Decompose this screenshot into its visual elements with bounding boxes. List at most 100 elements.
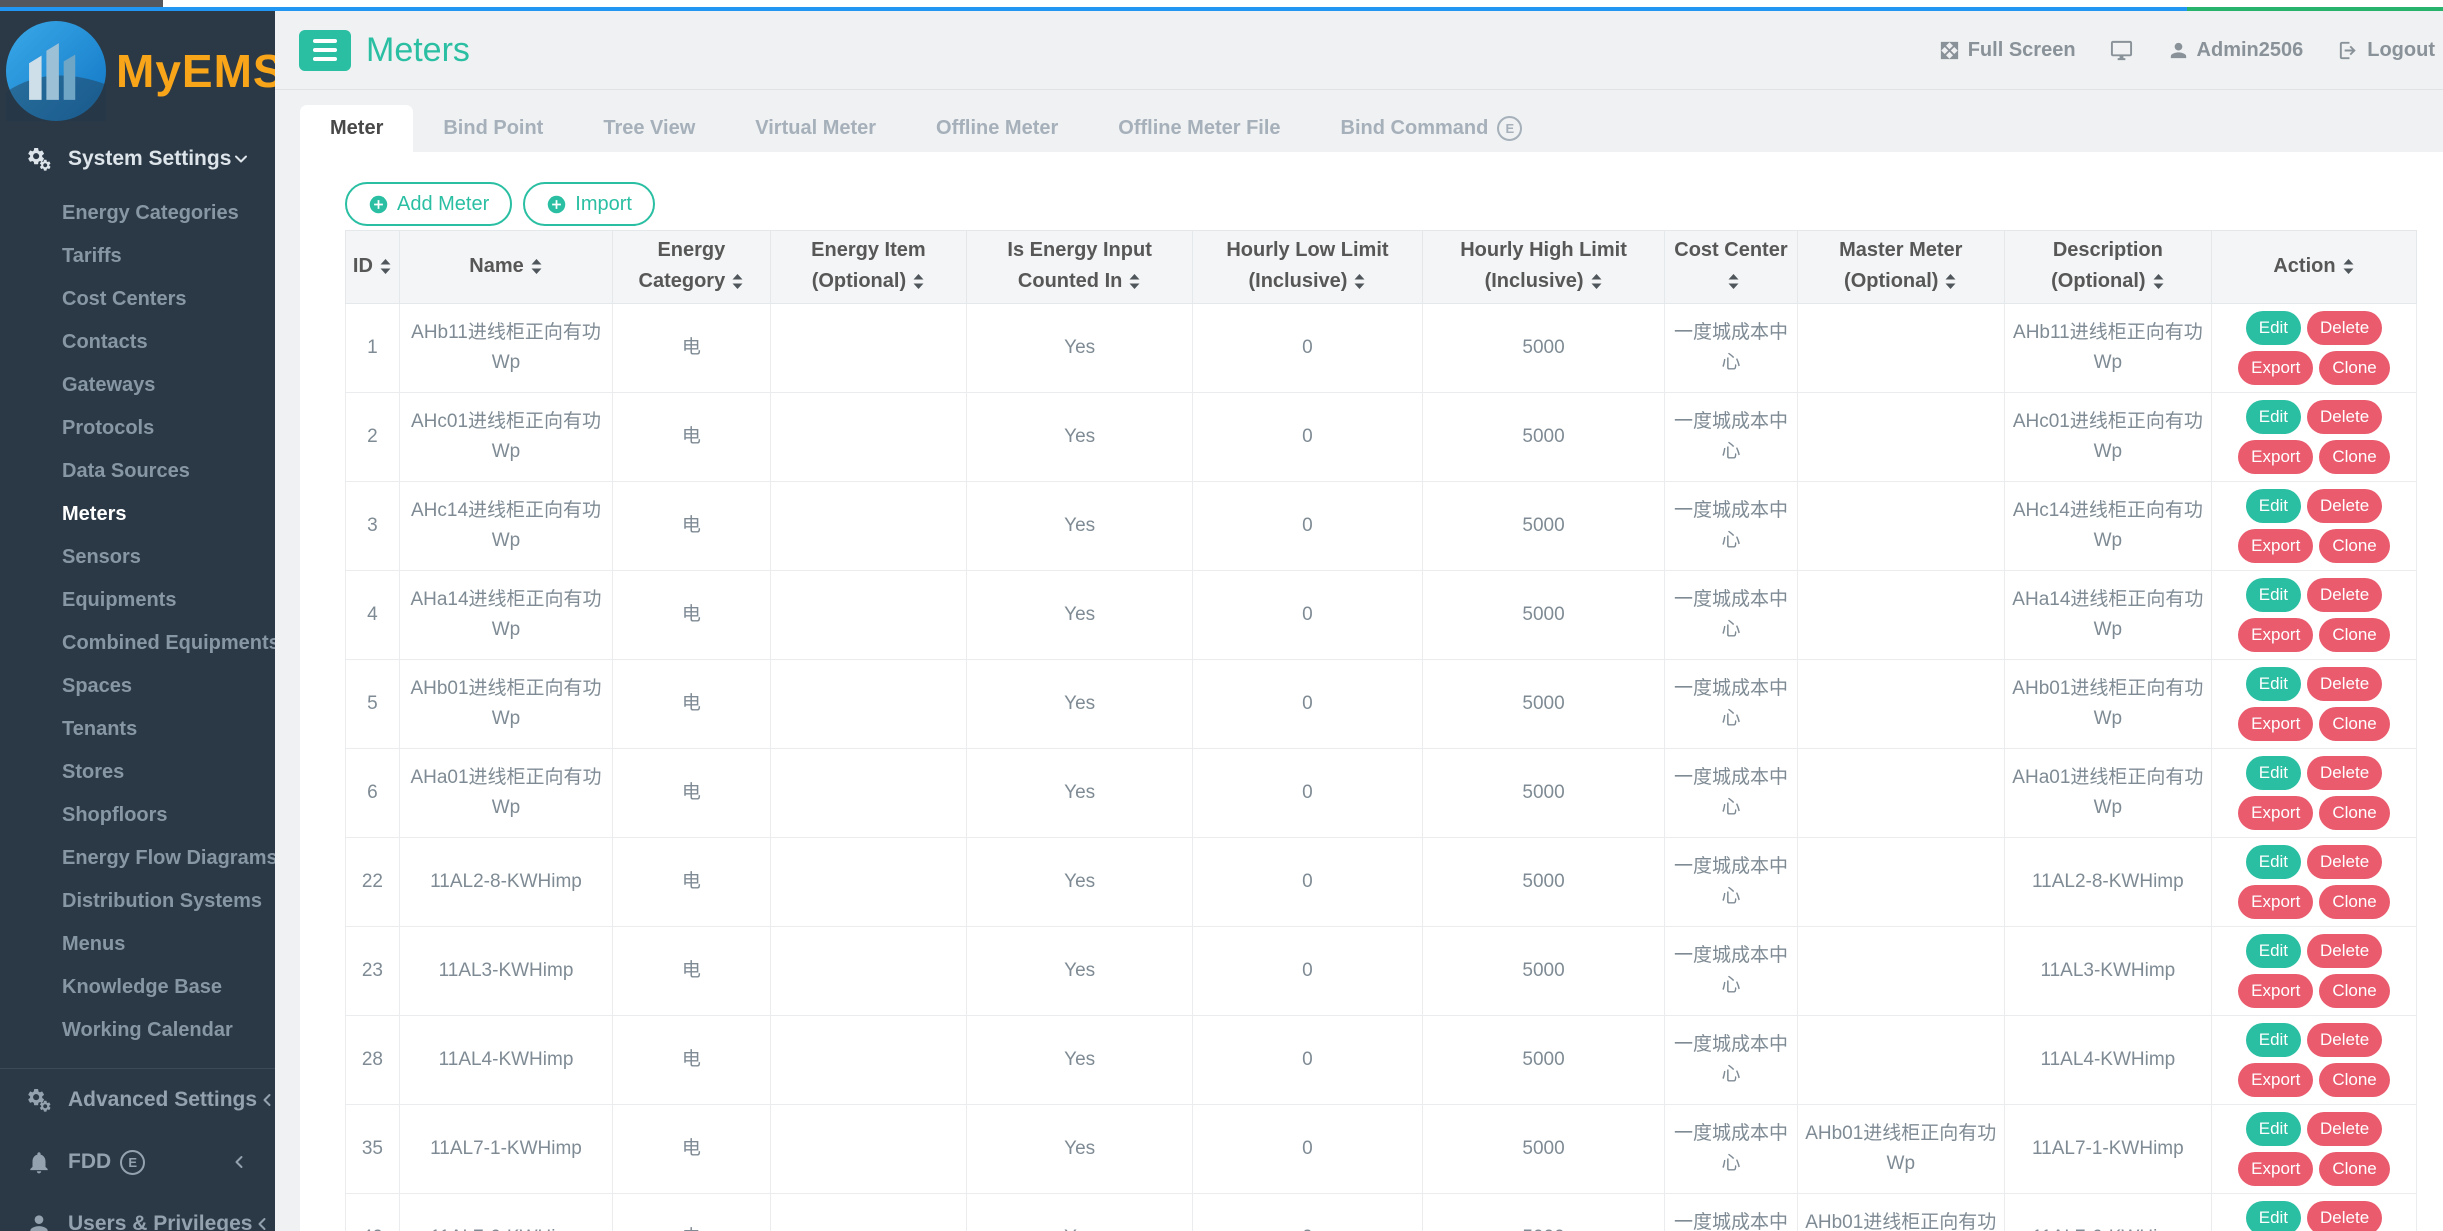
sidebar-item-energy-flow-diagrams[interactable]: Energy Flow Diagrams <box>0 837 275 880</box>
tab-offline-meter-file[interactable]: Offline Meter File <box>1088 105 1310 152</box>
cell-hourly-high: 5000 <box>1422 571 1664 660</box>
sidebar-item-combined-equipments[interactable]: Combined Equipments <box>0 622 275 665</box>
table-row: 4AHa14进线柜正向有功Wp电Yes05000一度城成本中心AHa14进线柜正… <box>346 571 2417 660</box>
column-header-is-energy-input-counted-in[interactable]: Is Energy Input Counted In <box>967 231 1193 304</box>
sidebar-item-knowledge-base[interactable]: Knowledge Base <box>0 966 275 1009</box>
export-button[interactable]: Export <box>2238 796 2313 830</box>
clone-button[interactable]: Clone <box>2319 1152 2389 1186</box>
edit-button[interactable]: Edit <box>2246 845 2301 879</box>
delete-button[interactable]: Delete <box>2307 1201 2382 1231</box>
export-button[interactable]: Export <box>2238 707 2313 741</box>
cell-hourly-high: 5000 <box>1422 1194 1664 1231</box>
clone-button[interactable]: Clone <box>2319 1063 2389 1097</box>
tab-bind-command[interactable]: Bind CommandE <box>1311 105 1553 152</box>
tab-tree-view[interactable]: Tree View <box>573 105 725 152</box>
edit-button[interactable]: Edit <box>2246 1023 2301 1057</box>
sidebar-item-menus[interactable]: Menus <box>0 923 275 966</box>
edit-button[interactable]: Edit <box>2246 578 2301 612</box>
sidebar-item-distribution-systems[interactable]: Distribution Systems <box>0 880 275 923</box>
sidebar-item-protocols[interactable]: Protocols <box>0 407 275 450</box>
sidebar-item-gateways[interactable]: Gateways <box>0 364 275 407</box>
export-button[interactable]: Export <box>2238 1063 2313 1097</box>
edit-button[interactable]: Edit <box>2246 1112 2301 1146</box>
column-header-name[interactable]: Name <box>399 231 612 304</box>
sidebar-section-users-privileges[interactable]: Users & Privileges <box>0 1193 275 1231</box>
delete-button[interactable]: Delete <box>2307 756 2382 790</box>
edit-button[interactable]: Edit <box>2246 489 2301 523</box>
sidebar-toggle-button[interactable] <box>299 30 351 71</box>
export-button[interactable]: Export <box>2238 885 2313 919</box>
delete-button[interactable]: Delete <box>2307 934 2382 968</box>
delete-button[interactable]: Delete <box>2307 311 2382 345</box>
tab-bind-point[interactable]: Bind Point <box>413 105 573 152</box>
clone-button[interactable]: Clone <box>2319 618 2389 652</box>
export-button[interactable]: Export <box>2238 974 2313 1008</box>
sidebar-item-data-sources[interactable]: Data Sources <box>0 450 275 493</box>
export-button[interactable]: Export <box>2238 351 2313 385</box>
cell-cost-center: 一度城成本中心 <box>1665 749 1798 838</box>
delete-button[interactable]: Delete <box>2307 489 2382 523</box>
clone-button[interactable]: Clone <box>2319 796 2389 830</box>
sidebar-item-tenants[interactable]: Tenants <box>0 708 275 751</box>
logo[interactable]: MyEMS <box>0 11 275 131</box>
column-header-master-meter-optional[interactable]: Master Meter (Optional) <box>1797 231 2004 304</box>
sidebar-item-sensors[interactable]: Sensors <box>0 536 275 579</box>
cell-name: AHb01进线柜正向有功Wp <box>399 660 612 749</box>
column-header-energy-item-optional[interactable]: Energy Item (Optional) <box>770 231 967 304</box>
edit-button[interactable]: Edit <box>2246 1201 2301 1231</box>
column-header-action[interactable]: Action <box>2211 231 2416 304</box>
edit-button[interactable]: Edit <box>2246 667 2301 701</box>
delete-button[interactable]: Delete <box>2307 1112 2382 1146</box>
sidebar-item-equipments[interactable]: Equipments <box>0 579 275 622</box>
column-header-energy-category[interactable]: Energy Category <box>613 231 770 304</box>
column-header-id[interactable]: ID <box>346 231 400 304</box>
edit-button[interactable]: Edit <box>2246 756 2301 790</box>
add-meter-button[interactable]: Add Meter <box>345 182 512 226</box>
clone-button[interactable]: Clone <box>2319 440 2389 474</box>
sidebar-item-tariffs[interactable]: Tariffs <box>0 235 275 278</box>
tab-offline-meter[interactable]: Offline Meter <box>906 105 1088 152</box>
column-header-description-optional[interactable]: Description (Optional) <box>2004 231 2211 304</box>
export-button[interactable]: Export <box>2238 1152 2313 1186</box>
tab-meter[interactable]: Meter <box>300 105 413 152</box>
delete-button[interactable]: Delete <box>2307 578 2382 612</box>
edit-button[interactable]: Edit <box>2246 934 2301 968</box>
sidebar-item-working-calendar[interactable]: Working Calendar <box>0 1009 275 1052</box>
cell-energy-category: 电 <box>613 393 770 482</box>
sidebar-item-energy-categories[interactable]: Energy Categories <box>0 192 275 235</box>
sidebar-section-fdd[interactable]: FDDE <box>0 1131 275 1193</box>
delete-button[interactable]: Delete <box>2307 1023 2382 1057</box>
delete-button[interactable]: Delete <box>2307 400 2382 434</box>
cell-actions: EditDelete ExportClone <box>2211 1105 2416 1194</box>
column-header-hourly-high-limit-inclusive[interactable]: Hourly High Limit (Inclusive) <box>1422 231 1664 304</box>
clone-button[interactable]: Clone <box>2319 885 2389 919</box>
full-screen-button[interactable]: Full Screen <box>1938 39 2076 62</box>
sidebar-item-meters[interactable]: Meters <box>0 493 275 536</box>
user-menu[interactable]: Admin2506 <box>2167 39 2304 62</box>
column-header-hourly-low-limit-inclusive[interactable]: Hourly Low Limit (Inclusive) <box>1193 231 1423 304</box>
sidebar-item-cost-centers[interactable]: Cost Centers <box>0 278 275 321</box>
edit-button[interactable]: Edit <box>2246 400 2301 434</box>
clone-button[interactable]: Clone <box>2319 529 2389 563</box>
clone-button[interactable]: Clone <box>2319 707 2389 741</box>
export-button[interactable]: Export <box>2238 618 2313 652</box>
cell-energy-item <box>770 838 967 927</box>
sidebar-section-system-settings[interactable]: System Settings <box>0 131 275 187</box>
export-button[interactable]: Export <box>2238 529 2313 563</box>
clone-button[interactable]: Clone <box>2319 974 2389 1008</box>
sidebar-item-shopfloors[interactable]: Shopfloors <box>0 794 275 837</box>
column-header-cost-center[interactable]: Cost Center <box>1665 231 1798 304</box>
clone-button[interactable]: Clone <box>2319 351 2389 385</box>
tab-virtual-meter[interactable]: Virtual Meter <box>725 105 906 152</box>
sidebar-section-advanced-settings[interactable]: Advanced Settings <box>0 1069 275 1131</box>
logout-button[interactable]: Logout <box>2337 39 2435 62</box>
delete-button[interactable]: Delete <box>2307 845 2382 879</box>
monitor-button[interactable] <box>2110 39 2133 62</box>
sidebar-item-spaces[interactable]: Spaces <box>0 665 275 708</box>
delete-button[interactable]: Delete <box>2307 667 2382 701</box>
export-button[interactable]: Export <box>2238 440 2313 474</box>
edit-button[interactable]: Edit <box>2246 311 2301 345</box>
sidebar-item-contacts[interactable]: Contacts <box>0 321 275 364</box>
sidebar-item-stores[interactable]: Stores <box>0 751 275 794</box>
import-button[interactable]: Import <box>523 182 655 226</box>
